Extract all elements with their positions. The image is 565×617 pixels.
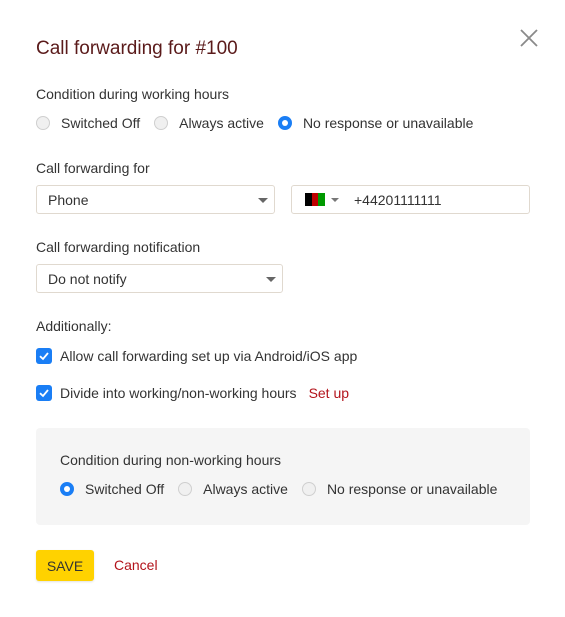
notification-label: Call forwarding notification [36, 239, 201, 255]
nonworking-radio-always-active[interactable]: Always active [178, 481, 288, 497]
checkmark-icon [39, 352, 49, 361]
working-hours-radio-group: Switched Off Always active No response o… [36, 115, 487, 131]
radio-label: No response or unavailable [302, 115, 474, 131]
radio-label: No response or unavailable [326, 481, 498, 497]
radio-label: Switched Off [61, 115, 141, 131]
divide-hours-checkbox-row: Divide into working/non-working hours Se… [36, 385, 349, 401]
setup-link[interactable]: Set up [309, 385, 349, 401]
chevron-down-icon [258, 198, 268, 203]
close-icon [520, 29, 538, 47]
forwarding-type-select[interactable]: Phone [36, 185, 275, 214]
non-working-hours-radio-group: Switched Off Always active No response o… [60, 481, 511, 497]
chevron-down-icon [266, 277, 276, 282]
nonworking-radio-switched-off[interactable]: Switched Off [60, 481, 164, 497]
radio-label: Switched Off [85, 481, 165, 497]
dialog-title: Call forwarding for #100 [36, 38, 238, 59]
radio-dot-selected [277, 116, 292, 130]
radio-dot [154, 116, 169, 130]
save-button[interactable]: SAVE [36, 550, 94, 581]
notification-select[interactable]: Do not notify [36, 264, 283, 293]
working-radio-switched-off[interactable]: Switched Off [36, 115, 140, 131]
working-radio-no-response[interactable]: No response or unavailable [277, 115, 474, 131]
radio-dot-selected [60, 482, 74, 496]
working-hours-label: Condition during working hours [36, 86, 229, 102]
cancel-button[interactable]: Cancel [114, 557, 158, 573]
additionally-label: Additionally: [36, 318, 112, 334]
allow-app-setup-checkbox[interactable] [36, 348, 52, 364]
non-working-hours-label: Condition during non-working hours [60, 452, 282, 468]
phone-input[interactable] [354, 191, 514, 208]
notification-value: Do not notify [48, 270, 127, 287]
call-forwarding-dialog: Call forwarding for #100 Condition durin… [0, 0, 565, 617]
checkmark-icon [39, 389, 49, 398]
divide-hours-label: Divide into working/non-working hours [60, 385, 297, 401]
forwarding-for-label: Call forwarding for [36, 160, 150, 176]
phone-field [291, 185, 530, 214]
radio-label: Always active [203, 481, 288, 497]
radio-dot [36, 116, 50, 130]
afghanistan-flag-icon[interactable] [305, 193, 326, 206]
radio-dot [301, 482, 316, 496]
non-working-hours-panel: Condition during non-working hours Switc… [36, 428, 530, 525]
radio-dot [178, 482, 193, 496]
close-button[interactable] [518, 27, 540, 49]
allow-app-setup-label: Allow call forwarding set up via Android… [60, 348, 358, 364]
working-radio-always-active[interactable]: Always active [154, 115, 264, 131]
forwarding-type-value: Phone [48, 191, 89, 208]
country-dropdown-icon[interactable] [331, 197, 339, 202]
allow-app-setup-checkbox-row: Allow call forwarding set up via Android… [36, 348, 357, 364]
nonworking-radio-no-response[interactable]: No response or unavailable [301, 481, 498, 497]
radio-label: Always active [179, 115, 264, 131]
divide-hours-checkbox[interactable] [36, 385, 52, 401]
